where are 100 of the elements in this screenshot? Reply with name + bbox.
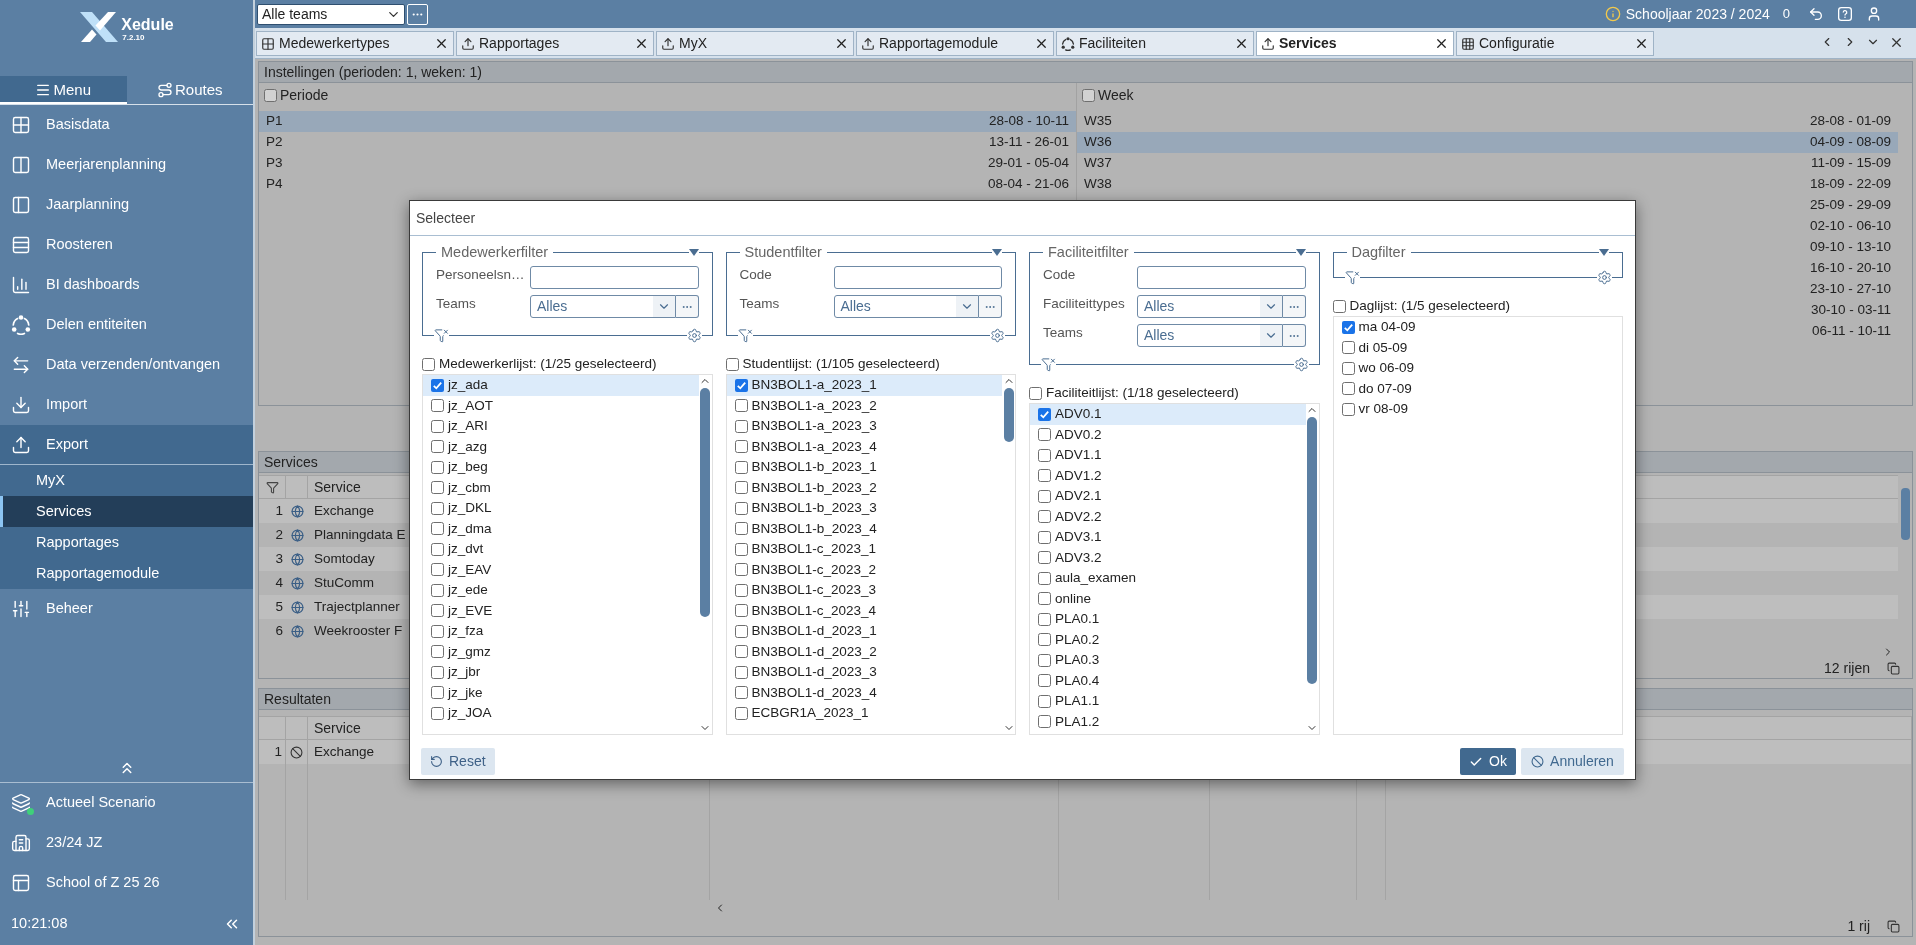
checkbox[interactable] xyxy=(1038,489,1051,503)
checkbox[interactable] xyxy=(1038,407,1051,421)
select-field[interactable]: Alles xyxy=(1137,324,1283,347)
scrollbar-thumb[interactable] xyxy=(1003,388,1014,442)
list-item[interactable]: jz_AOT xyxy=(423,395,699,416)
submenu-item[interactable]: Rapportages xyxy=(0,527,253,558)
checkbox[interactable] xyxy=(431,542,444,556)
list-item[interactable]: BN3BOL1-a_2023_1 xyxy=(726,375,1002,396)
checkbox[interactable] xyxy=(734,399,748,413)
list-row[interactable]: P3 29-01 - 05-04 xyxy=(259,153,1076,174)
list-row[interactable]: P1 28-08 - 10-11 xyxy=(259,111,1076,132)
checkbox[interactable] xyxy=(431,501,444,515)
close-icon[interactable] xyxy=(634,36,649,51)
checkbox[interactable] xyxy=(1038,469,1051,483)
checkbox[interactable] xyxy=(431,481,444,495)
cancel-button[interactable]: Annuleren xyxy=(1521,748,1624,775)
checkbox[interactable] xyxy=(431,563,444,577)
checkbox[interactable] xyxy=(734,481,748,495)
checkbox[interactable] xyxy=(1038,715,1051,729)
checkbox[interactable] xyxy=(734,460,748,474)
more-button[interactable] xyxy=(979,295,1002,318)
scrollbar-thumb[interactable] xyxy=(700,388,710,617)
checkbox[interactable] xyxy=(1038,448,1051,462)
checkbox[interactable] xyxy=(1038,592,1051,606)
checkbox[interactable] xyxy=(734,501,748,515)
list-row[interactable]: W36 04-09 - 08-09 xyxy=(1077,132,1898,153)
list-item[interactable]: BN3BOL1-b_2023_4 xyxy=(726,518,1002,539)
checkbox[interactable] xyxy=(1038,694,1051,708)
list-item[interactable]: ADV2.2 xyxy=(1030,506,1306,527)
list-item[interactable]: jz_cbm xyxy=(423,477,699,498)
list-item[interactable]: ADV0.2 xyxy=(1030,424,1306,445)
input-field[interactable] xyxy=(530,266,699,289)
tab[interactable]: Faciliteiten xyxy=(1056,31,1254,56)
list-item[interactable]: do 07-09 xyxy=(1333,378,1622,399)
checkbox[interactable] xyxy=(1038,633,1051,647)
checkbox[interactable] xyxy=(1038,571,1051,585)
menu-item[interactable]: Import xyxy=(0,385,253,425)
tab[interactable]: Rapportagemodule xyxy=(856,31,1054,56)
tab[interactable]: MyX xyxy=(656,31,854,56)
settings-icon[interactable] xyxy=(990,328,1005,343)
list-item[interactable]: jz_EAV xyxy=(423,559,699,580)
checkbox[interactable] xyxy=(734,419,748,433)
ok-button[interactable]: Ok xyxy=(1460,748,1516,775)
checkbox[interactable] xyxy=(734,624,748,638)
checkbox[interactable] xyxy=(431,378,444,392)
list-item[interactable]: BN3BOL1-d_2023_1 xyxy=(726,621,1002,642)
list-item[interactable]: BN3BOL1-c_2023_3 xyxy=(726,580,1002,601)
submenu-item[interactable]: Services xyxy=(0,496,253,527)
list-item[interactable]: BN3BOL1-b_2023_3 xyxy=(726,498,1002,519)
list-item[interactable]: PLA0.1 xyxy=(1030,609,1306,630)
list-item[interactable]: PLA1.2 xyxy=(1030,711,1306,732)
tab[interactable]: Rapportages xyxy=(456,31,654,56)
list-item[interactable]: PLA1.1 xyxy=(1030,691,1306,712)
menu-item[interactable]: Export xyxy=(0,425,253,465)
user-icon[interactable] xyxy=(1866,6,1882,22)
list-row[interactable]: P2 13-11 - 26-01 xyxy=(259,132,1076,153)
list-item[interactable]: jz_ede xyxy=(423,580,699,601)
caret-down-icon[interactable] xyxy=(992,249,1002,256)
close-icon[interactable] xyxy=(1434,36,1449,51)
settings-icon[interactable] xyxy=(1597,270,1612,285)
checkbox[interactable] xyxy=(1341,382,1355,396)
checkbox[interactable] xyxy=(1038,653,1051,667)
context-item[interactable]: School of Z 25 26 xyxy=(0,863,253,903)
list-item[interactable]: jz_ARI xyxy=(423,416,699,437)
checkbox[interactable] xyxy=(734,522,748,536)
checkbox[interactable] xyxy=(1038,612,1051,626)
list-item[interactable]: BN3BOL1-d_2023_2 xyxy=(726,641,1002,662)
checkbox[interactable] xyxy=(1341,320,1355,334)
undo-icon[interactable] xyxy=(1808,6,1824,22)
list-row[interactable]: W38 18-09 - 22-09 xyxy=(1077,174,1898,195)
copy-icon[interactable] xyxy=(1887,919,1900,933)
close-icon[interactable] xyxy=(1634,36,1649,51)
list-item[interactable]: jz_EVE xyxy=(423,600,699,621)
tab[interactable]: Services xyxy=(1256,31,1454,56)
checkbox[interactable] xyxy=(725,357,739,371)
filter-icon[interactable] xyxy=(265,480,279,494)
list-item[interactable]: BN3BOL1-a_2023_3 xyxy=(726,416,1002,437)
list-item[interactable]: aula_examen xyxy=(1030,568,1306,589)
checkbox[interactable] xyxy=(431,665,444,679)
checkbox[interactable] xyxy=(734,604,748,618)
menu-item[interactable]: Delen entiteiten xyxy=(0,305,253,345)
reset-button[interactable]: Reset xyxy=(421,748,495,775)
checkbox[interactable] xyxy=(431,399,444,413)
input-field[interactable] xyxy=(833,266,1002,289)
list-item[interactable]: BN3BOL1-a_2023_2 xyxy=(726,395,1002,416)
checkbox[interactable] xyxy=(1332,299,1346,313)
checkbox[interactable] xyxy=(734,563,748,577)
list-item[interactable]: PLA0.4 xyxy=(1030,670,1306,691)
sidebar-tab[interactable]: Menu xyxy=(0,76,127,104)
list-item[interactable]: jz_dma xyxy=(423,518,699,539)
checkbox[interactable] xyxy=(431,706,444,720)
checkbox[interactable] xyxy=(431,645,444,659)
menu-item[interactable]: Jaarplanning xyxy=(0,185,253,225)
list-item[interactable]: jz_gmz xyxy=(423,641,699,662)
context-item[interactable]: Actueel Scenario xyxy=(0,783,253,823)
checkbox[interactable] xyxy=(1038,530,1051,544)
caret-down-icon[interactable] xyxy=(688,249,699,256)
close-icon[interactable] xyxy=(1034,36,1049,51)
list-item[interactable]: vr 08-09 xyxy=(1333,399,1622,420)
checkbox[interactable] xyxy=(734,583,748,597)
